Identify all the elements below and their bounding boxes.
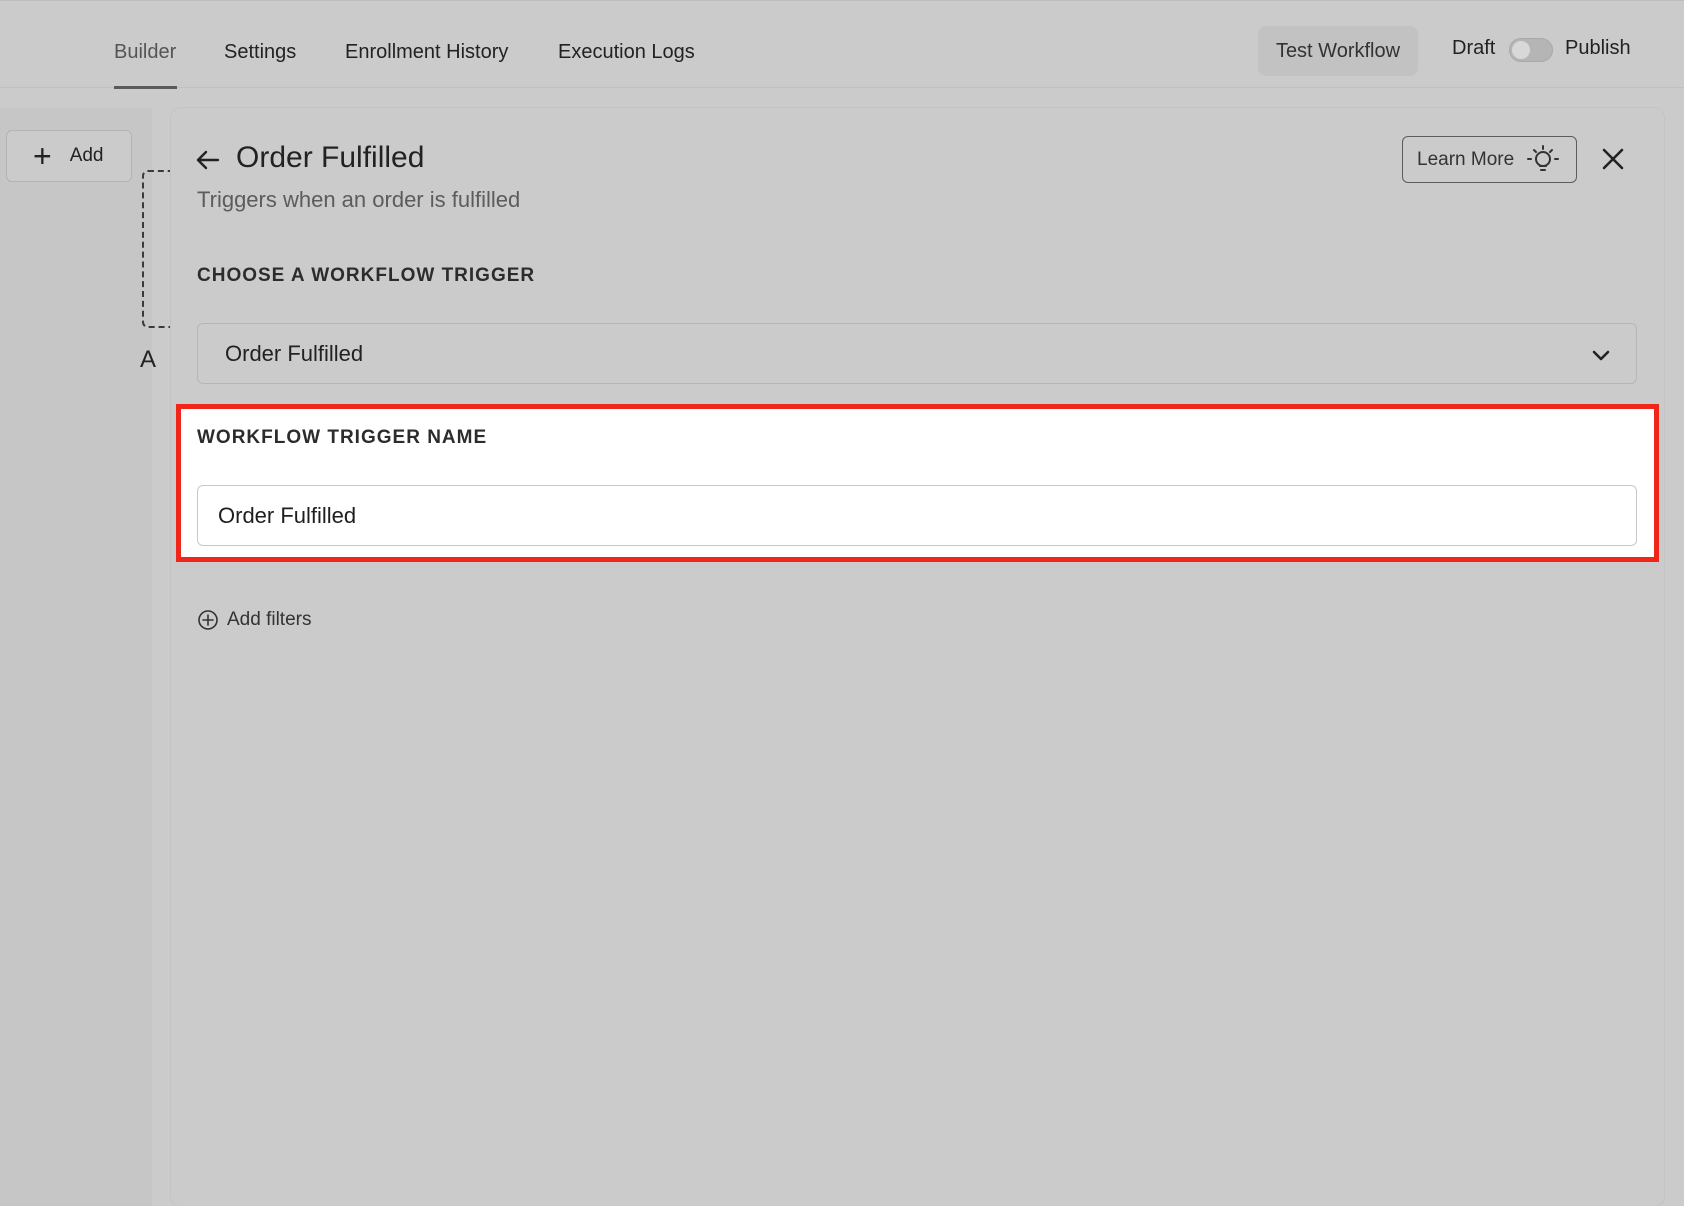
tab-settings[interactable]: Settings xyxy=(224,41,296,64)
test-workflow-button[interactable]: Test Workflow xyxy=(1258,26,1418,76)
publish-toggle[interactable] xyxy=(1509,38,1553,62)
learn-more-button[interactable]: Learn More xyxy=(1402,136,1577,183)
toggle-knob xyxy=(1512,41,1530,59)
learn-more-label: Learn More xyxy=(1417,148,1515,170)
trigger-select-value: Order Fulfilled xyxy=(225,341,364,366)
trigger-node-outline[interactable] xyxy=(142,170,172,328)
add-filters-label: Add filters xyxy=(227,609,312,630)
chevron-down-icon xyxy=(1592,350,1610,361)
add-button[interactable]: + Add xyxy=(6,130,132,182)
add-button-label: Add xyxy=(69,145,104,166)
add-filters-button[interactable]: Add filters xyxy=(197,609,311,631)
trigger-name-section-label: WORKFLOW TRIGGER NAME xyxy=(197,427,488,448)
tab-builder[interactable]: Builder xyxy=(114,41,176,64)
builder-canvas-strip xyxy=(0,108,152,1206)
tab-enrollment-history[interactable]: Enrollment History xyxy=(345,41,508,64)
back-arrow-icon[interactable] xyxy=(194,146,222,174)
active-tab-indicator xyxy=(114,86,177,89)
plus-icon: + xyxy=(33,138,52,174)
panel-title: Order Fulfilled xyxy=(236,141,425,174)
top-navigation-bar: Builder Settings Enrollment History Exec… xyxy=(0,0,1684,89)
close-icon[interactable] xyxy=(1600,146,1626,172)
trigger-section-label: CHOOSE A WORKFLOW TRIGGER xyxy=(197,265,536,286)
trigger-name-input[interactable] xyxy=(197,485,1637,546)
panel-subtitle: Triggers when an order is fulfilled xyxy=(197,187,521,212)
plus-circle-icon xyxy=(198,610,218,630)
draft-label: Draft xyxy=(1452,37,1496,59)
publish-label: Publish xyxy=(1565,37,1631,59)
tab-execution-logs[interactable]: Execution Logs xyxy=(558,41,695,64)
trigger-select[interactable]: Order Fulfilled xyxy=(197,323,1637,384)
lightbulb-icon xyxy=(1527,144,1560,171)
node-label-partial: A xyxy=(140,346,157,373)
